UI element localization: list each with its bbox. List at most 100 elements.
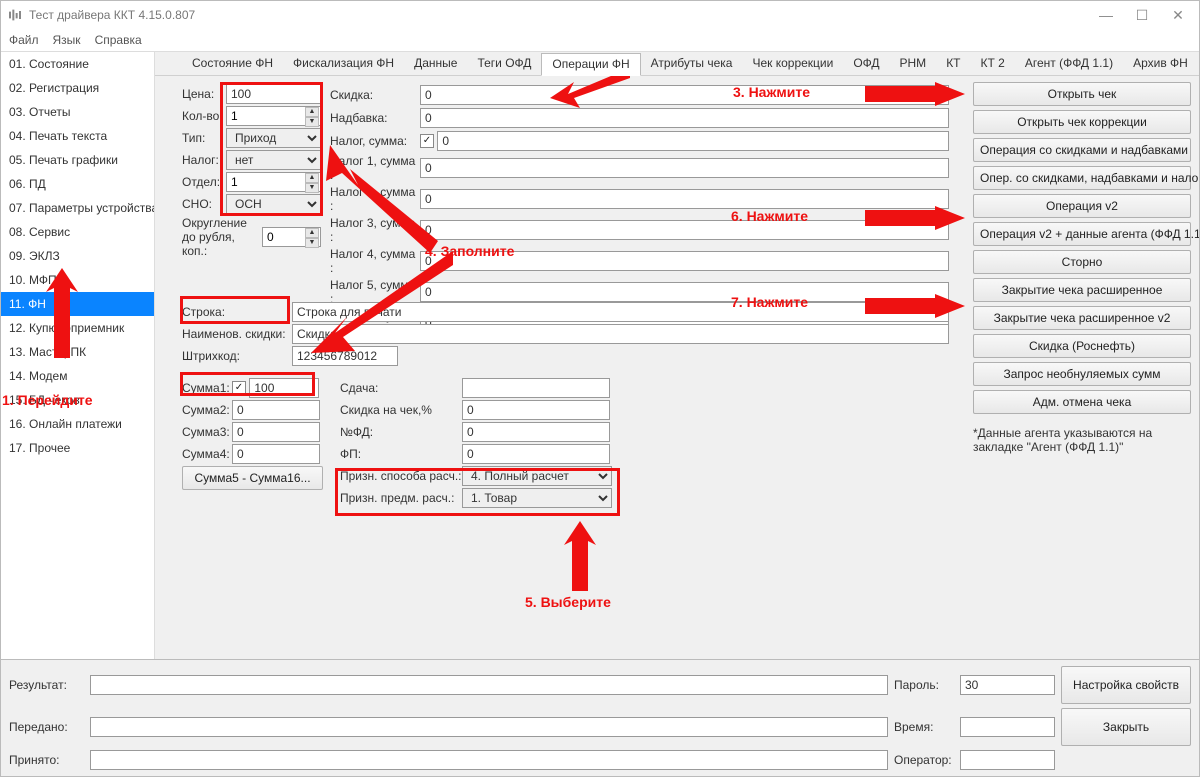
op-discounts-button[interactable]: Операция со скидками и надбавками xyxy=(973,138,1191,162)
chkdisc-input[interactable] xyxy=(462,400,610,420)
sidebar-item[interactable]: 17. Прочее xyxy=(1,436,154,460)
tab[interactable]: Операции ФН xyxy=(541,53,640,76)
tax1-input[interactable] xyxy=(420,158,949,178)
sum2-input[interactable] xyxy=(232,400,320,420)
fd-input[interactable] xyxy=(462,422,610,442)
op-v2-button[interactable]: Операция v2 xyxy=(973,194,1191,218)
menu-lang[interactable]: Язык xyxy=(53,33,81,47)
window-close-button[interactable]: ✕ xyxy=(1163,7,1193,24)
barcode-input[interactable] xyxy=(292,346,398,366)
sidebar-item[interactable]: 01. Состояние xyxy=(1,52,154,76)
sum4-input[interactable] xyxy=(232,444,320,464)
subject-select[interactable]: 1. Товар xyxy=(462,488,612,508)
qty-label: Кол-во: xyxy=(182,109,226,123)
bottombar: Результат: Пароль: Настройка свойств Пер… xyxy=(1,659,1199,776)
storno-button[interactable]: Сторно xyxy=(973,250,1191,274)
sum1-checkbox[interactable]: ✓ xyxy=(232,381,246,395)
sidebar: 01. Состояние02. Регистрация03. Отчеты04… xyxy=(1,52,155,659)
tab[interactable]: Атрибуты чека xyxy=(641,53,743,74)
nonzero-sums-button[interactable]: Запрос необнуляемых сумм xyxy=(973,362,1191,386)
time-input[interactable] xyxy=(960,717,1055,737)
markup-input[interactable] xyxy=(420,108,949,128)
menu-file[interactable]: Файл xyxy=(9,33,39,47)
tab[interactable]: Состояние ФН xyxy=(182,53,283,74)
recv-input[interactable] xyxy=(90,750,888,770)
tab[interactable]: Чек коррекции xyxy=(742,53,843,74)
callout-5: 5. Выберите xyxy=(525,594,611,610)
sidebar-item[interactable]: 03. Отчеты xyxy=(1,100,154,124)
tab[interactable]: КТ 2 xyxy=(971,53,1015,74)
barcode-label: Штрихкод: xyxy=(182,349,292,363)
sidebar-item[interactable]: 08. Сервис xyxy=(1,220,154,244)
tax1-label: Налог 1, сумма : xyxy=(330,154,420,182)
close-ext-v2-button[interactable]: Закрытие чека расширенное v2 xyxy=(973,306,1191,330)
method-label: Призн. способа расч.: xyxy=(340,469,462,483)
tax2-input[interactable] xyxy=(420,189,949,209)
oper-input[interactable] xyxy=(960,750,1055,770)
tax5-input[interactable] xyxy=(420,282,949,302)
titlebar: Тест драйвера ККТ 4.15.0.807 — ☐ ✕ xyxy=(1,1,1199,29)
tab[interactable]: Данные xyxy=(404,53,467,74)
sidebar-item[interactable]: 06. ПД xyxy=(1,172,154,196)
pwd-input[interactable] xyxy=(960,675,1055,695)
op-v2-agent-button[interactable]: Операция v2 + данные агента (ФФД 1.1)* xyxy=(973,222,1191,246)
sidebar-item[interactable]: 09. ЭКЛЗ xyxy=(1,244,154,268)
discount-input[interactable] xyxy=(420,85,949,105)
sum3-input[interactable] xyxy=(232,422,320,442)
method-select[interactable]: 4. Полный расчет xyxy=(462,466,612,486)
round-stepper[interactable]: ▲▼ xyxy=(262,227,321,247)
result-input[interactable] xyxy=(90,675,888,695)
tab[interactable]: Архив ФН xyxy=(1123,53,1198,74)
discname-input[interactable] xyxy=(292,324,949,344)
dept-stepper[interactable]: ▲▼ xyxy=(226,172,321,192)
qty-stepper[interactable]: ▲▼ xyxy=(226,106,321,126)
sidebar-item[interactable]: 12. Купюроприемник xyxy=(1,316,154,340)
open-check-button[interactable]: Открыть чек xyxy=(973,82,1191,106)
tax4-input[interactable] xyxy=(420,251,949,271)
open-correction-button[interactable]: Открыть чек коррекции xyxy=(973,110,1191,134)
chkdisc-label: Скидка на чек,% xyxy=(340,403,462,417)
sidebar-item[interactable]: 16. Онлайн платежи xyxy=(1,412,154,436)
rosneft-discount-button[interactable]: Скидка (Роснефть) xyxy=(973,334,1191,358)
sum5-16-button[interactable]: Сумма5 - Сумма16... xyxy=(182,466,323,490)
tab[interactable]: Агент (ФФД 1.1) xyxy=(1015,53,1123,74)
sidebar-item[interactable]: 07. Параметры устройства xyxy=(1,196,154,220)
taxsum-checkbox[interactable]: ✓ xyxy=(420,134,434,148)
sidebar-item[interactable]: 11. ФН xyxy=(1,292,154,316)
sidebar-item[interactable]: 15. БД чеков xyxy=(1,388,154,412)
tab[interactable]: Теги ОФД xyxy=(467,53,541,74)
tab[interactable]: Фискализация ФН xyxy=(283,53,404,74)
sidebar-item[interactable]: 14. Модем xyxy=(1,364,154,388)
tab[interactable]: ОФД xyxy=(843,53,889,74)
tax-select[interactable]: нет xyxy=(226,150,321,170)
sidebar-item[interactable]: 05. Печать графики xyxy=(1,148,154,172)
window-minimize-button[interactable]: — xyxy=(1091,7,1121,23)
price-label: Цена: xyxy=(182,87,226,101)
sno-select[interactable]: ОСН xyxy=(226,194,321,214)
sent-input[interactable] xyxy=(90,717,888,737)
taxsum-input[interactable] xyxy=(437,131,949,151)
change-input[interactable] xyxy=(462,378,610,398)
sidebar-item[interactable]: 02. Регистрация xyxy=(1,76,154,100)
tax4-label: Налог 4, сумма : xyxy=(330,247,420,275)
sum1-label: Сумма1: xyxy=(182,381,232,395)
adm-cancel-button[interactable]: Адм. отмена чека xyxy=(973,390,1191,414)
price-input[interactable] xyxy=(226,84,321,104)
tax3-input[interactable] xyxy=(420,220,949,240)
window-maximize-button[interactable]: ☐ xyxy=(1127,7,1157,24)
settings-button[interactable]: Настройка свойств xyxy=(1061,666,1191,704)
tab[interactable]: КТ xyxy=(936,53,970,74)
sidebar-item[interactable]: 04. Печать текста xyxy=(1,124,154,148)
sidebar-item[interactable]: 10. МФП xyxy=(1,268,154,292)
close-ext-button[interactable]: Закрытие чека расширенное xyxy=(973,278,1191,302)
op-discounts-tax-button[interactable]: Опер. со скидками, надбавками и налогом xyxy=(973,166,1191,190)
sidebar-item[interactable]: 13. МастерПК xyxy=(1,340,154,364)
sum1-input[interactable] xyxy=(249,378,319,398)
fp-input[interactable] xyxy=(462,444,610,464)
app-icon xyxy=(7,7,23,23)
type-select[interactable]: Приход xyxy=(226,128,321,148)
menu-help[interactable]: Справка xyxy=(95,33,142,47)
stroka-input[interactable] xyxy=(292,302,949,322)
close-button[interactable]: Закрыть xyxy=(1061,708,1191,746)
tab[interactable]: РНМ xyxy=(890,53,937,74)
